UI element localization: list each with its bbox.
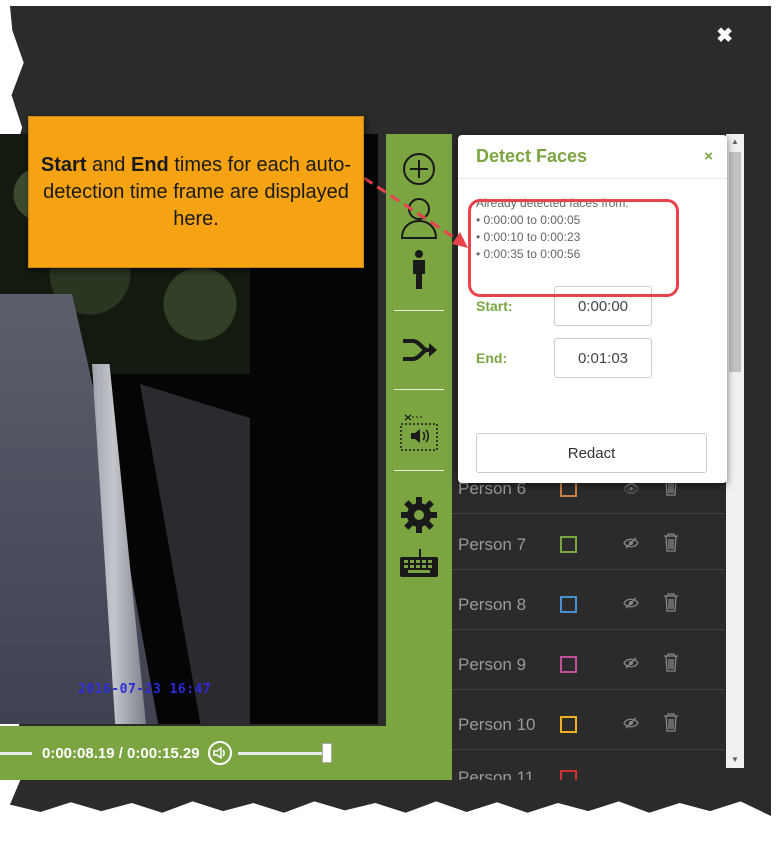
person-color-swatch[interactable]	[560, 536, 577, 553]
end-time-input[interactable]	[554, 338, 652, 378]
dialog-close-icon[interactable]: ×	[704, 148, 713, 165]
tool-sidebar	[386, 134, 452, 780]
callout-bold-start: Start	[40, 153, 87, 176]
face-detect-icon[interactable]	[399, 196, 439, 240]
list-item[interactable]: Person 11	[452, 760, 724, 780]
dialog-title: Detect Faces	[476, 146, 588, 166]
person-color-swatch[interactable]	[560, 656, 577, 673]
visibility-icon[interactable]	[623, 717, 663, 732]
trash-icon[interactable]	[663, 592, 679, 617]
callout-box: Start and End times for each auto-detect…	[28, 116, 364, 268]
person-color-swatch[interactable]	[560, 716, 577, 733]
person-color-swatch[interactable]	[560, 596, 577, 613]
person-icon[interactable]	[410, 250, 428, 290]
list-item[interactable]: Person 9	[452, 640, 724, 690]
end-row: End:	[476, 338, 727, 378]
list-item[interactable]: Person 8	[452, 580, 724, 630]
start-label: Start:	[476, 298, 513, 314]
person-label: Person 11	[458, 768, 535, 780]
close-icon[interactable]: ✖	[716, 26, 733, 46]
visibility-icon[interactable]	[623, 657, 663, 672]
visibility-icon[interactable]	[623, 537, 663, 552]
track-icon[interactable]	[399, 333, 439, 367]
add-icon[interactable]	[402, 152, 436, 186]
list-item[interactable]: Person 10	[452, 700, 724, 750]
person-label: Person 8	[458, 594, 527, 614]
dialog-header: Detect Faces ×	[458, 135, 727, 179]
volume-slider[interactable]	[237, 742, 332, 763]
highlight-box	[468, 199, 679, 297]
callout-bold-end: End	[130, 153, 169, 176]
scroll-up-arrow-icon[interactable]: ▲	[726, 134, 744, 150]
progress-track[interactable]	[0, 751, 32, 755]
person-color-swatch[interactable]	[560, 770, 577, 780]
playback-time: 0:00:08.19 / 0:00:15.29	[42, 744, 200, 762]
audio-redact-icon[interactable]	[399, 412, 439, 452]
person-label: Person 7	[458, 534, 527, 554]
visibility-icon[interactable]	[623, 597, 663, 612]
toolbar-divider	[394, 310, 444, 311]
person-label: Person 10	[458, 714, 536, 734]
redact-button[interactable]: Redact	[476, 433, 707, 473]
detect-faces-dialog: Detect Faces × Already detected faces fr…	[458, 135, 727, 483]
scroll-thumb[interactable]	[729, 152, 741, 372]
keyboard-icon[interactable]	[398, 547, 440, 579]
volume-icon[interactable]	[207, 741, 232, 765]
callout-text: Start and End times for each auto-detect…	[39, 152, 353, 233]
toolbar-divider	[394, 389, 444, 390]
list-scrollbar[interactable]: ▲ ▼	[726, 134, 744, 768]
volume-slider-handle[interactable]	[321, 742, 332, 763]
person-label: Person 9	[458, 654, 527, 674]
scroll-down-arrow-icon[interactable]: ▼	[726, 752, 744, 768]
trash-icon[interactable]	[663, 652, 679, 677]
video-timestamp: 2016-07-23 16:47	[78, 682, 212, 697]
callout-text-and: and	[86, 153, 131, 176]
settings-icon[interactable]	[399, 495, 439, 535]
list-item[interactable]: Person 7	[452, 520, 724, 570]
toolbar-divider	[394, 470, 444, 471]
end-label: End:	[476, 350, 508, 366]
trash-icon[interactable]	[663, 532, 679, 557]
trash-icon[interactable]	[663, 712, 679, 737]
video-road	[140, 384, 250, 724]
